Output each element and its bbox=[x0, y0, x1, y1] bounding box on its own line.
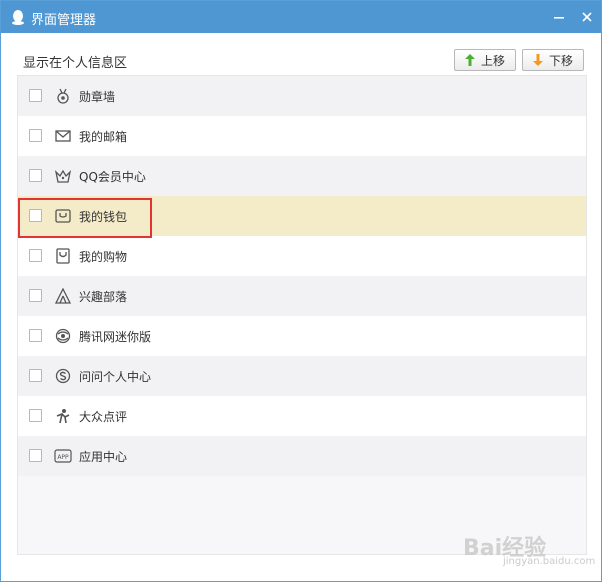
move-up-label: 上移 bbox=[480, 53, 505, 68]
globe-icon bbox=[54, 327, 72, 345]
minimize-icon bbox=[554, 17, 564, 19]
checkbox-interest-tribe[interactable] bbox=[29, 289, 42, 302]
mail-icon bbox=[54, 127, 72, 145]
list-item-label: QQ会员中心 bbox=[79, 170, 146, 184]
selection-highlight-box bbox=[18, 198, 152, 238]
dianping-icon bbox=[54, 407, 72, 425]
watermark: Bai经验 jingyan.baidu.com bbox=[463, 516, 596, 576]
svg-text:APP: APP bbox=[57, 454, 69, 461]
list-item-medal-wall[interactable]: 勋章墙 bbox=[18, 76, 586, 116]
list-item-label: 兴趣部落 bbox=[79, 290, 128, 304]
list-item-qq-vip[interactable]: QQ会员中心 bbox=[18, 156, 586, 196]
move-up-button[interactable]: 上移 bbox=[454, 49, 516, 71]
move-down-label: 下移 bbox=[548, 53, 573, 68]
list-item-shopping[interactable]: 我的购物 bbox=[18, 236, 586, 276]
checkbox-qq-vip[interactable] bbox=[29, 169, 42, 182]
list-item-tencent-mini[interactable]: 腾讯网迷你版 bbox=[18, 316, 586, 356]
arrow-down-icon bbox=[532, 54, 543, 66]
app-icon: APP bbox=[54, 447, 72, 465]
list-item-mailbox[interactable]: 我的邮箱 bbox=[18, 116, 586, 156]
list-item-label: 我的邮箱 bbox=[79, 130, 128, 144]
list-item-dianping[interactable]: 大众点评 bbox=[18, 396, 586, 436]
title-bar[interactable]: 界面管理器 bbox=[1, 1, 601, 33]
info-area-item-list: 勋章墙 我的邮箱 QQ会员中心 我的钱包 我的购物 兴趣部落 腾讯网迷你版 问问… bbox=[17, 75, 587, 555]
list-item-label: 勋章墙 bbox=[79, 90, 116, 104]
qq-penguin-icon bbox=[9, 8, 27, 26]
list-item-label: 大众点评 bbox=[79, 410, 128, 424]
list-item-label: 腾讯网迷你版 bbox=[79, 330, 152, 344]
shopping-bag-icon bbox=[54, 247, 72, 265]
list-item-label: 我的购物 bbox=[79, 250, 128, 264]
window-title: 界面管理器 bbox=[31, 13, 97, 28]
checkbox-tencent-mini[interactable] bbox=[29, 329, 42, 342]
list-item-interest-tribe[interactable]: 兴趣部落 bbox=[18, 276, 586, 316]
list-item-label: 应用中心 bbox=[79, 450, 128, 464]
list-item-wenwen[interactable]: 问问个人中心 bbox=[18, 356, 586, 396]
close-icon bbox=[582, 12, 592, 22]
section-title: 显示在个人信息区 bbox=[23, 56, 128, 71]
checkbox-app-center[interactable] bbox=[29, 449, 42, 462]
watermark-sub: jingyan.baidu.com bbox=[503, 556, 596, 567]
arrow-up-icon bbox=[464, 54, 475, 66]
checkbox-mailbox[interactable] bbox=[29, 129, 42, 142]
minimize-button[interactable] bbox=[549, 7, 569, 27]
tent-icon bbox=[54, 287, 72, 305]
interface-manager-window: 界面管理器 显示在个人信息区 上移 下移 勋章墙 我的邮箱 QQ会员中心 我的钱… bbox=[0, 0, 602, 582]
checkbox-wenwen[interactable] bbox=[29, 369, 42, 382]
move-down-button[interactable]: 下移 bbox=[522, 49, 584, 71]
checkbox-dianping[interactable] bbox=[29, 409, 42, 422]
checkbox-medal-wall[interactable] bbox=[29, 89, 42, 102]
wenwen-icon bbox=[54, 367, 72, 385]
close-button[interactable] bbox=[577, 7, 597, 27]
checkbox-shopping[interactable] bbox=[29, 249, 42, 262]
crown-icon bbox=[54, 167, 72, 185]
list-item-app-center[interactable]: APP 应用中心 bbox=[18, 436, 586, 476]
list-item-label: 问问个人中心 bbox=[79, 370, 152, 384]
medal-icon bbox=[54, 87, 72, 105]
